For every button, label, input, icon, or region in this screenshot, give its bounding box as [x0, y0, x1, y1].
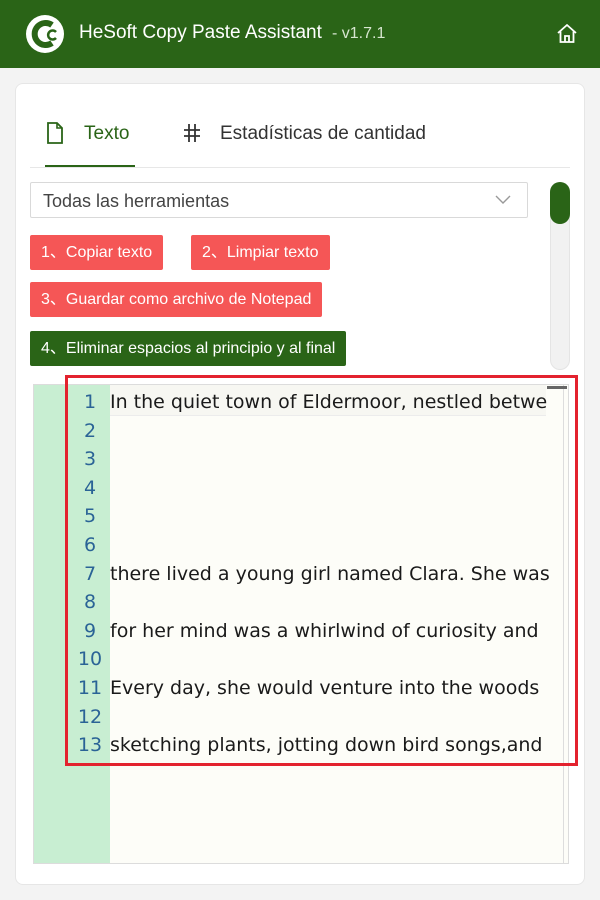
- editor-line[interactable]: 3: [34, 448, 568, 477]
- editor-line[interactable]: 7 there lived a young girl named Clara. S…: [34, 563, 568, 592]
- line-number: 4: [83, 476, 97, 499]
- tab-label: Texto: [84, 123, 130, 144]
- editor-line[interactable]: 6: [34, 534, 568, 563]
- main-panel: Texto Estadísticas de cantidad Todas las…: [15, 83, 585, 885]
- title-bar: HeSoft Copy Paste Assistant - v1.7.1: [0, 0, 600, 68]
- home-icon[interactable]: [555, 22, 579, 46]
- save-notepad-button[interactable]: 3、Guardar como archivo de Notepad: [30, 282, 323, 317]
- tab-divider: [30, 167, 570, 168]
- line-text[interactable]: there lived a young girl named Clara. Sh…: [110, 563, 550, 585]
- line-number: 11: [77, 677, 103, 699]
- line-number: 3: [83, 448, 97, 471]
- line-number: 2: [83, 419, 97, 442]
- editor-line[interactable]: 4: [34, 477, 568, 506]
- line-number: 7: [83, 562, 97, 585]
- chevron-down-icon: [495, 195, 511, 204]
- hash-icon: [184, 124, 200, 142]
- editor-line[interactable]: 9 for her mind was a whirlwind of curiosi…: [34, 620, 568, 649]
- editor-line[interactable]: 12: [34, 706, 568, 735]
- line-number: 1: [83, 391, 97, 413]
- editor-line[interactable]: 8: [34, 591, 568, 620]
- copy-text-button[interactable]: 1、Copiar texto: [30, 235, 164, 270]
- line-text[interactable]: for her mind was a whirlwind of curiosit…: [110, 620, 539, 642]
- line-text[interactable]: sketching plants, jotting down bird song…: [110, 734, 542, 756]
- app-version: - v1.7.1: [332, 25, 386, 42]
- line-number: 6: [83, 534, 97, 556]
- line-number: 5: [83, 505, 97, 528]
- line-text[interactable]: Every day, she would venture into the wo…: [110, 677, 539, 699]
- tools-scrollbar-thumb[interactable]: [550, 182, 570, 224]
- line-number: 9: [83, 619, 97, 642]
- line-number: 12: [77, 705, 103, 728]
- editor-line[interactable]: 11 Every day, she would venture into the …: [34, 677, 568, 706]
- tab-label: Estadísticas de cantidad: [220, 123, 426, 144]
- editor-line[interactable]: 13 sketching plants, jotting down bird so…: [34, 734, 568, 763]
- editor-line[interactable]: 1 In the quiet town of Eldermoor, nestled…: [34, 391, 568, 420]
- line-number: 10: [77, 648, 103, 671]
- trim-spaces-button[interactable]: 4、Eliminar espacios al principio y al fi…: [30, 331, 347, 366]
- logo-icon: [26, 15, 64, 53]
- tool-select-value: Todas las herramientas: [43, 191, 230, 211]
- text-editor[interactable]: 1 In the quiet town of Eldermoor, nestled…: [33, 384, 569, 864]
- line-text[interactable]: In the quiet town of Eldermoor, nestled …: [110, 391, 547, 413]
- editor-line[interactable]: 2: [34, 420, 568, 449]
- tab-texto[interactable]: Texto: [46, 120, 135, 168]
- app-title: HeSoft Copy Paste Assistant: [79, 22, 322, 43]
- document-icon: [47, 122, 63, 144]
- tool-select[interactable]: Todas las herramientas: [30, 182, 528, 218]
- editor-line[interactable]: 5: [34, 505, 568, 534]
- editor-scrollbar-thumb[interactable]: [547, 386, 567, 389]
- line-number: 13: [77, 734, 103, 757]
- line-number: 8: [83, 591, 97, 614]
- editor-line[interactable]: 10: [34, 648, 568, 677]
- clear-text-button[interactable]: 2、Limpiar texto: [191, 235, 330, 270]
